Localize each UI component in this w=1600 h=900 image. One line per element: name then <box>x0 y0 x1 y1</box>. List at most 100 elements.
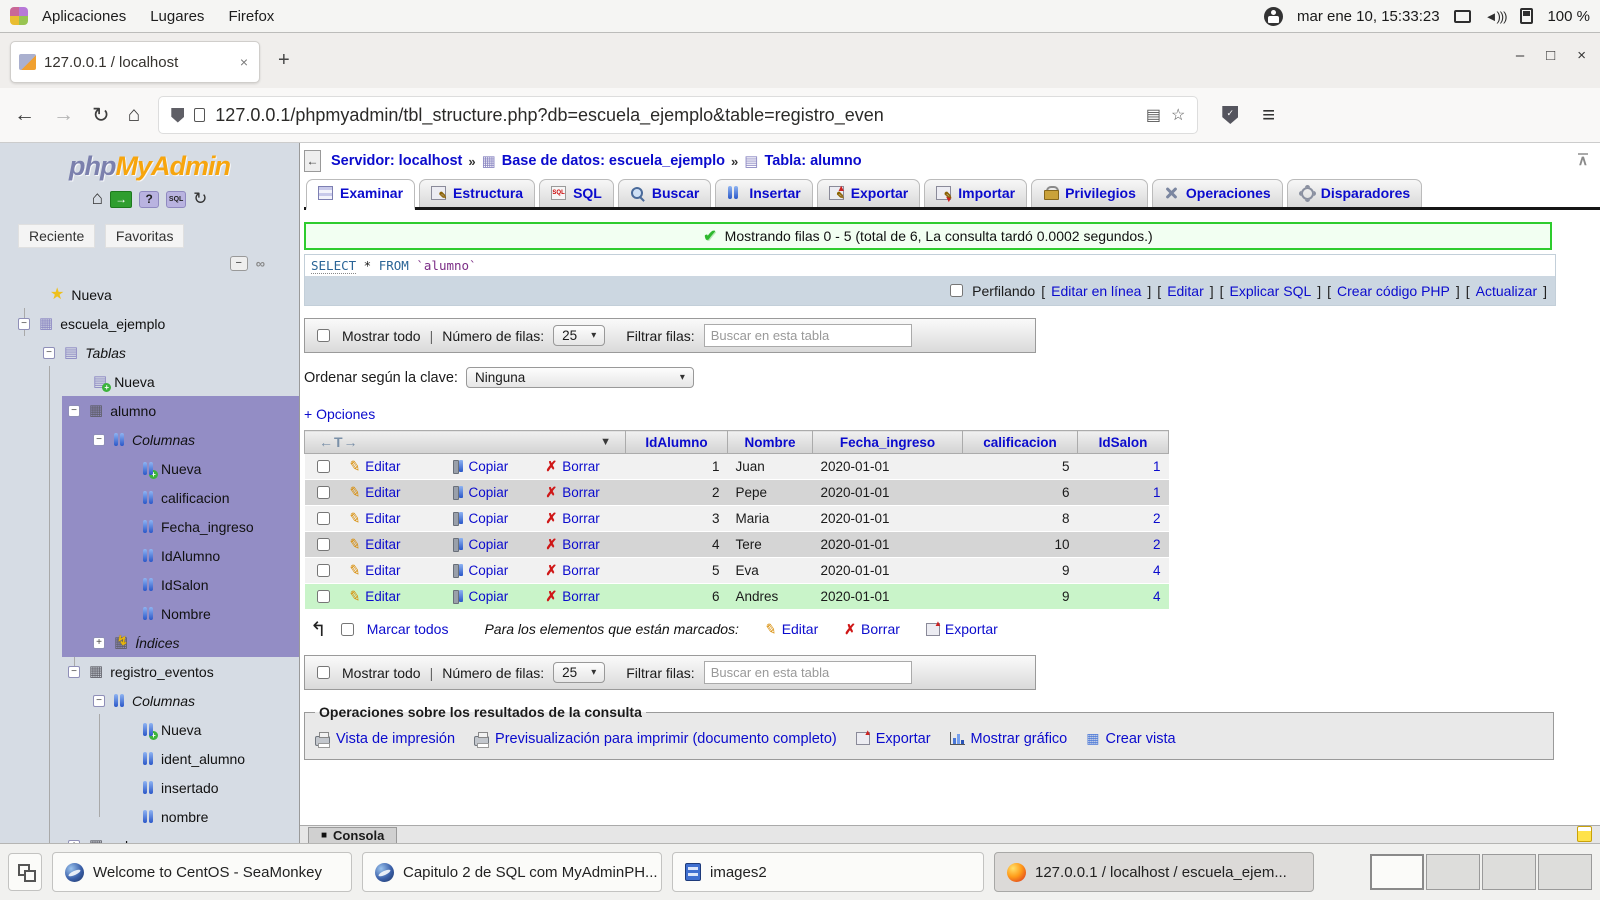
workspace-3[interactable] <box>1482 854 1536 890</box>
tree-item-new-column[interactable]: + Nueva <box>0 454 299 483</box>
options-toggle-link[interactable]: + Opciones <box>304 406 1600 422</box>
edit-row-link[interactable]: Editar <box>365 563 400 578</box>
export-link[interactable]: Exportar <box>856 731 931 747</box>
collapse-all-icon[interactable]: − <box>230 256 248 271</box>
collapse-icon[interactable]: − <box>68 666 80 678</box>
console-toggle[interactable]: ■Consola <box>308 827 397 844</box>
tracking-shield-icon[interactable] <box>171 108 184 123</box>
copy-row-link[interactable]: Copiar <box>469 563 509 578</box>
tab-operaciones[interactable]: Operaciones <box>1152 179 1283 207</box>
window-list-icon[interactable] <box>8 853 42 891</box>
taskbar-item-images2[interactable]: images2 <box>672 852 984 892</box>
selected-export-link[interactable]: Exportar <box>926 621 998 637</box>
nav-logout-icon[interactable]: → <box>110 191 132 208</box>
taskbar-item-seamonkey-welcome[interactable]: Welcome to CentOS - SeaMonkey <box>52 852 352 892</box>
row-checkbox[interactable] <box>317 486 330 499</box>
phpmyadmin-logo[interactable]: phpMyAdmin <box>0 151 299 182</box>
workspace-1[interactable] <box>1370 854 1424 890</box>
link-with-main-icon[interactable]: ∞ <box>256 256 265 271</box>
tree-item-new-database[interactable]: ★ Nueva <box>0 280 299 309</box>
distro-logo-icon[interactable] <box>10 7 28 25</box>
column-order-icon[interactable]: ←T→ <box>319 434 359 450</box>
tree-item-columns[interactable]: − Columnas <box>0 686 299 715</box>
cell-idsalon-link[interactable]: 2 <box>1153 511 1161 526</box>
breadcrumb-database[interactable]: Base de datos: escuela_ejemplo <box>502 153 725 169</box>
tree-item-column[interactable]: Nombre <box>0 599 299 628</box>
row-checkbox[interactable] <box>317 538 330 551</box>
row-checkbox[interactable] <box>317 590 330 603</box>
home-button[interactable]: ⌂ <box>128 103 141 127</box>
delete-row-link[interactable]: Borrar <box>562 537 600 552</box>
nav-home-icon[interactable]: ⌂ <box>92 188 103 210</box>
cell-idsalon-link[interactable]: 4 <box>1153 563 1161 578</box>
tab-buscar[interactable]: Buscar <box>618 179 711 207</box>
tab-examinar[interactable]: Examinar <box>306 179 415 210</box>
menu-firefox[interactable]: Firefox <box>218 4 284 29</box>
tab-close-icon[interactable]: × <box>237 54 251 70</box>
tab-privilegios[interactable]: Privilegios <box>1031 179 1148 207</box>
sort-descending-icon[interactable]: ▼ <box>600 436 611 448</box>
create-view-link[interactable]: ▦Crear vista <box>1086 730 1175 747</box>
tree-item-column[interactable]: calificacion <box>0 483 299 512</box>
edit-row-link[interactable]: Editar <box>365 459 400 474</box>
cell-idsalon-link[interactable]: 4 <box>1153 589 1161 604</box>
reload-button[interactable]: ↻ <box>92 103 110 128</box>
battery-icon[interactable] <box>1520 8 1533 24</box>
collapse-icon[interactable]: − <box>18 318 30 330</box>
profiling-checkbox[interactable] <box>950 284 963 297</box>
collapse-page-icon[interactable]: ∧ <box>1578 153 1588 165</box>
new-tab-button[interactable]: + <box>278 49 290 72</box>
taskbar-item-firefox[interactable]: 127.0.0.1 / localhost / escuela_ejem... <box>994 852 1314 892</box>
workspace-4[interactable] <box>1538 854 1592 890</box>
tree-item-column[interactable]: nombre <box>0 802 299 831</box>
collapse-icon[interactable]: − <box>93 695 105 707</box>
cell-idsalon-link[interactable]: 1 <box>1153 459 1161 474</box>
taskbar-item-seamonkey-capitulo[interactable]: Capitulo 2 de SQL com MyAdminPH... <box>362 852 662 892</box>
window-close-button[interactable]: × <box>1577 47 1586 64</box>
delete-row-link[interactable]: Borrar <box>562 459 600 474</box>
copy-row-link[interactable]: Copiar <box>469 511 509 526</box>
tree-item-column[interactable]: Fecha_ingreso <box>0 512 299 541</box>
forward-button[interactable]: → <box>53 103 74 127</box>
tab-importar[interactable]: ▼Importar <box>924 179 1027 207</box>
window-minimize-button[interactable]: – <box>1516 47 1524 64</box>
col-header-fecha-ingreso[interactable]: Fecha_ingreso <box>813 431 963 454</box>
tree-item-database[interactable]: − ▦ escuela_ejemplo <box>0 309 299 338</box>
page-info-icon[interactable] <box>194 108 205 122</box>
breadcrumb-server[interactable]: Servidor: localhost <box>331 153 462 169</box>
row-checkbox[interactable] <box>317 564 330 577</box>
print-preview-link[interactable]: Previsualización para imprimir (document… <box>474 731 837 747</box>
tree-item-column[interactable]: IdAlumno <box>0 541 299 570</box>
volume-icon[interactable]: ◄))) <box>1485 9 1507 24</box>
col-header-nombre[interactable]: Nombre <box>728 431 813 454</box>
page-settings-icon[interactable] <box>1577 826 1592 842</box>
delete-row-link[interactable]: Borrar <box>562 563 600 578</box>
protections-icon[interactable]: ✓ <box>1222 106 1238 124</box>
explain-sql-link[interactable]: Explicar SQL <box>1230 283 1312 299</box>
tab-exportar[interactable]: ▲Exportar <box>817 179 921 207</box>
num-rows-select[interactable]: 25▾ <box>553 325 605 346</box>
workspace-2[interactable] <box>1426 854 1480 890</box>
filter-rows-input[interactable] <box>704 324 912 347</box>
recent-tables-button[interactable]: Reciente <box>18 224 95 248</box>
check-all-link[interactable]: Marcar todos <box>367 621 449 637</box>
nav-help-icon[interactable]: ? <box>139 191 159 208</box>
tree-item-columns[interactable]: − Columnas <box>0 425 299 454</box>
tree-item-table-alumno[interactable]: − ▦ alumno <box>0 396 299 425</box>
edit-row-link[interactable]: Editar <box>365 485 400 500</box>
display-chart-link[interactable]: Mostrar gráfico <box>950 731 1068 747</box>
tree-item-new-column[interactable]: + Nueva <box>0 715 299 744</box>
edit-link[interactable]: Editar <box>1167 283 1204 299</box>
filter-rows-input[interactable] <box>704 661 912 684</box>
browser-tab[interactable]: 127.0.0.1 / localhost × <box>10 41 260 83</box>
col-header-idalumno[interactable]: IdAlumno <box>626 431 728 454</box>
collapse-icon[interactable]: − <box>93 434 105 446</box>
delete-row-link[interactable]: Borrar <box>562 511 600 526</box>
tab-disparadores[interactable]: Disparadores <box>1287 179 1422 207</box>
nav-sql-icon[interactable]: SQL <box>166 191 186 208</box>
clock[interactable]: mar ene 10, 15:33:23 <box>1297 8 1440 25</box>
hamburger-menu-icon[interactable]: ≡ <box>1262 102 1275 128</box>
show-all-checkbox[interactable] <box>317 666 330 679</box>
refresh-link[interactable]: Actualizar <box>1476 283 1537 299</box>
bookmark-star-icon[interactable]: ☆ <box>1171 105 1185 125</box>
